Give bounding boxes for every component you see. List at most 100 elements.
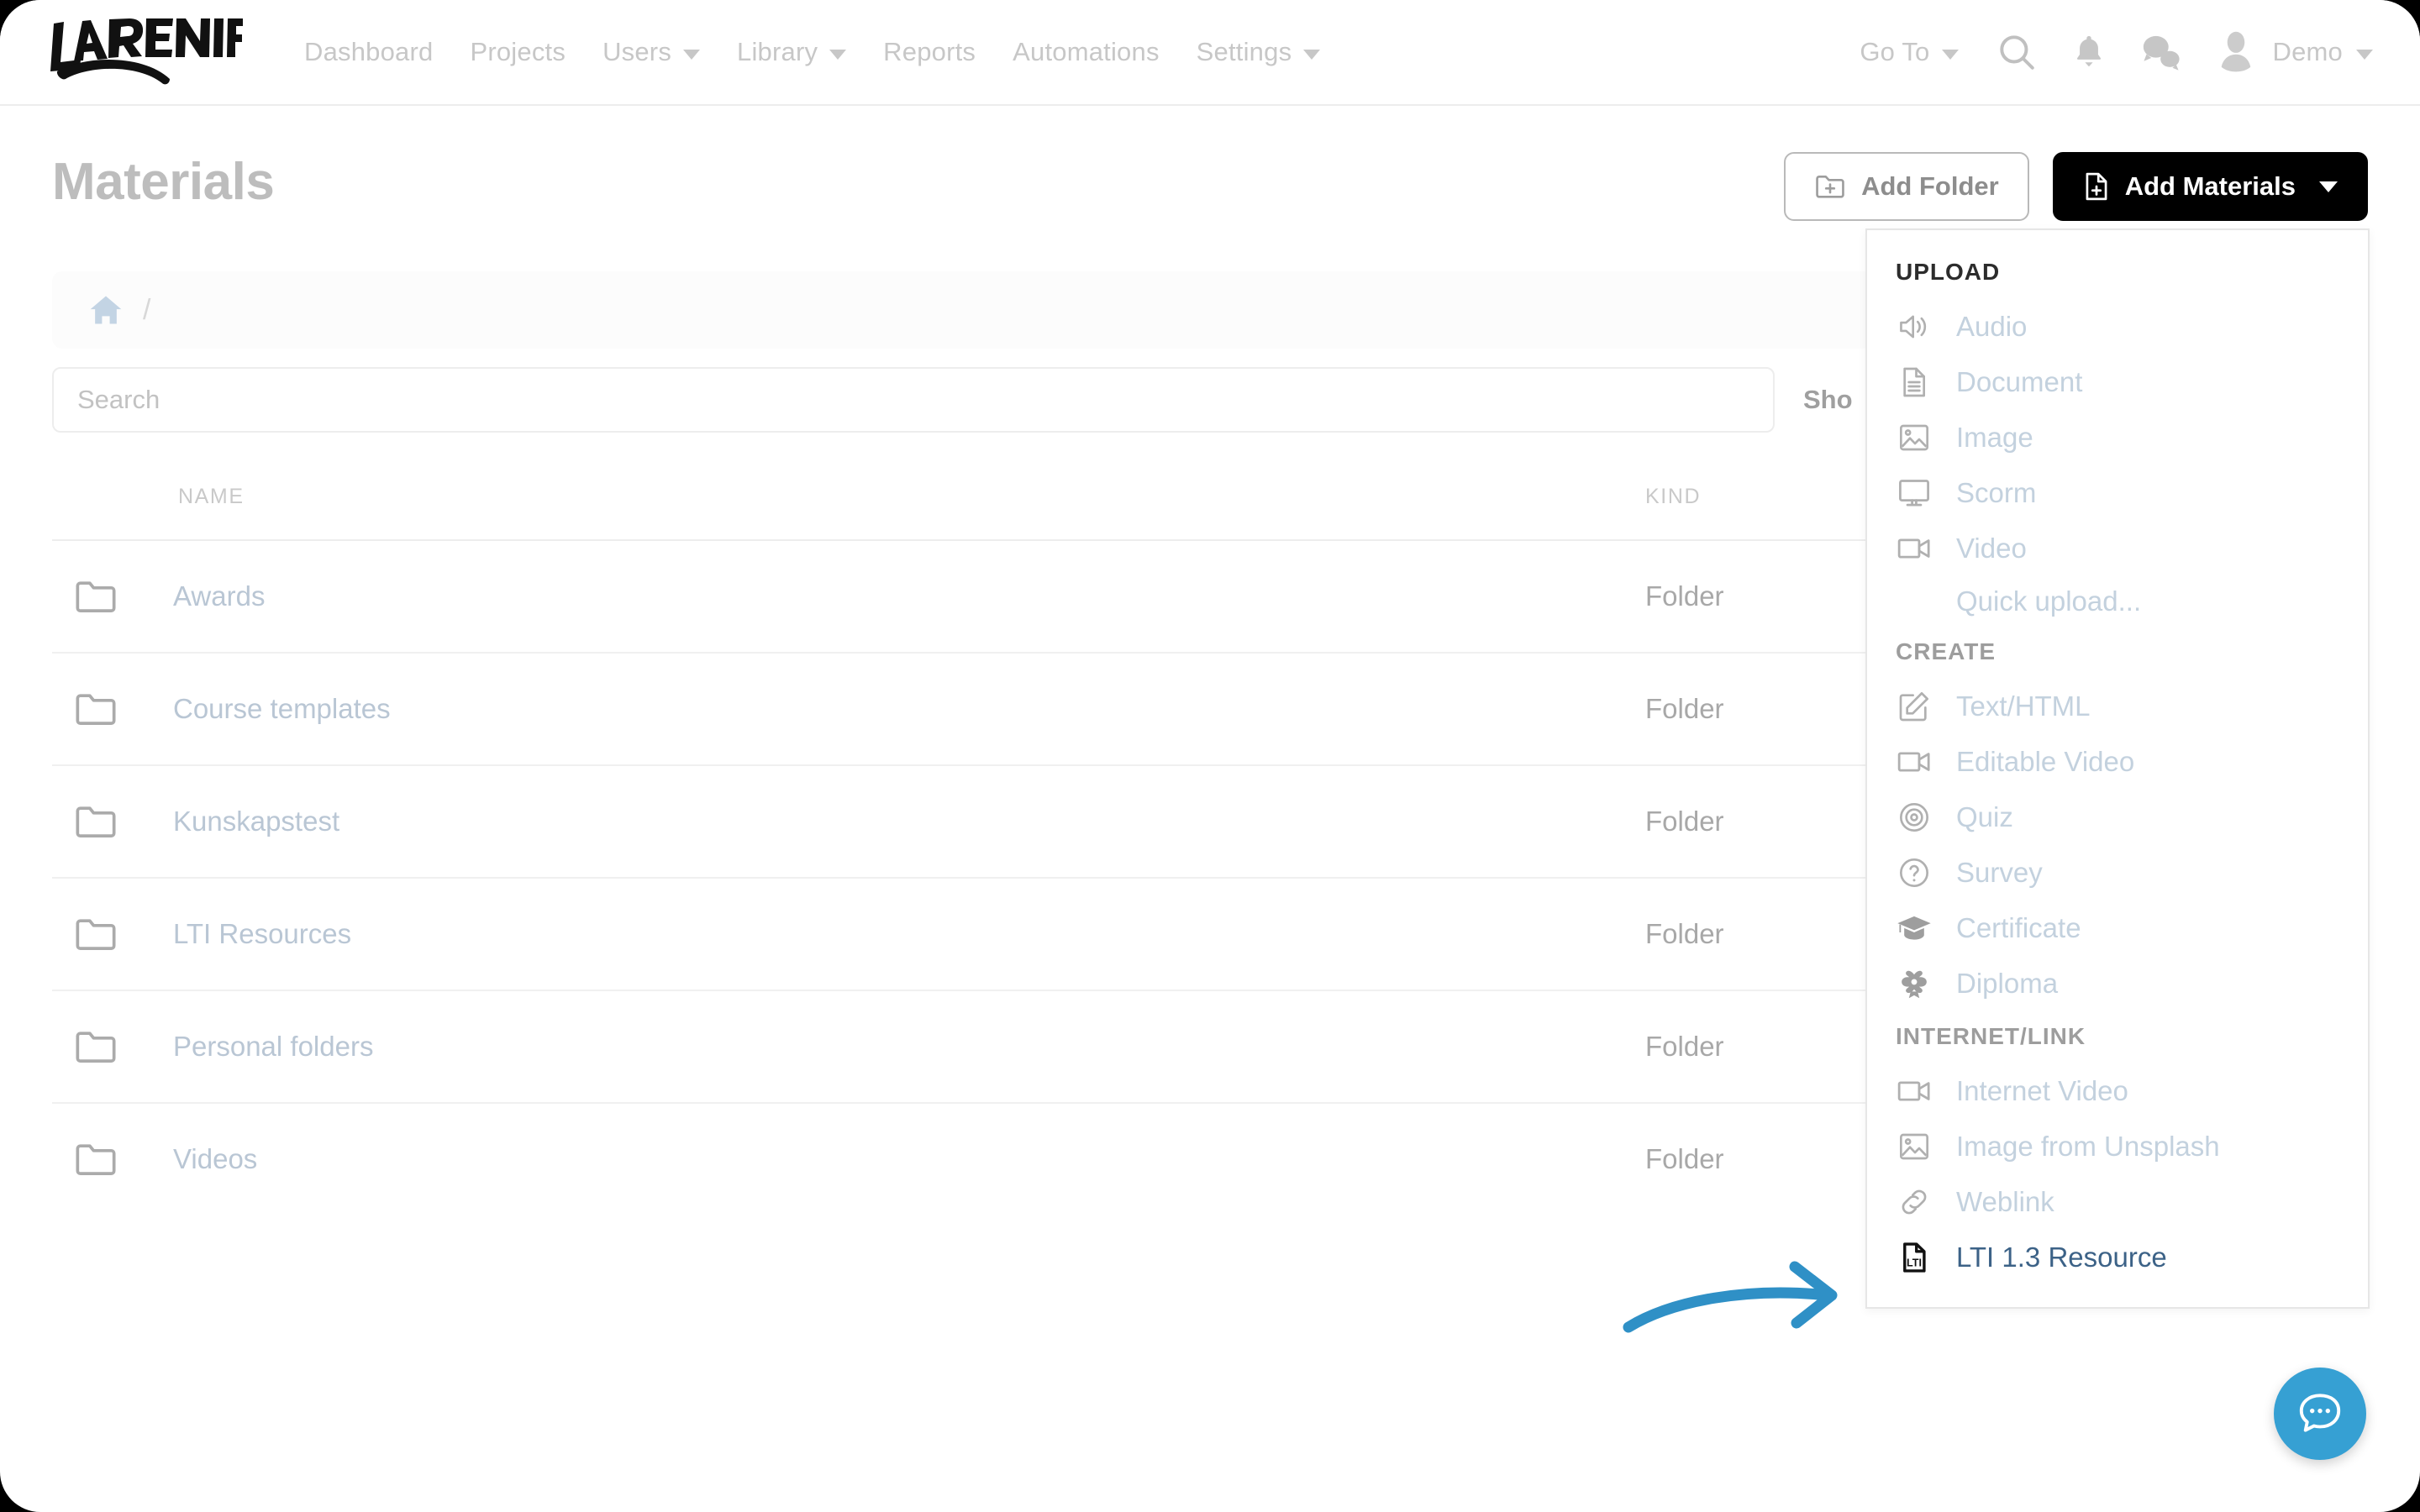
award-ribbon-icon [1896,965,1933,1002]
chat-bubble-dots-icon [2299,1394,2341,1432]
link-icon [1896,1184,1933,1221]
menu-item-label: Text/HTML [1956,690,2091,722]
home-icon[interactable] [87,291,124,328]
nav-label: Settings [1196,37,1292,66]
chevron-down-icon [829,50,847,60]
chevron-down-icon [1303,50,1321,60]
folder-icon [76,919,116,950]
file-plus-icon [2086,172,2107,201]
monitor-icon [1896,475,1933,512]
menu-item-label: Quick upload... [1956,585,2142,617]
chat-support-button[interactable] [2274,1368,2366,1460]
menu-item-label: Audio [1956,311,2028,342]
menu-item-label: Editable Video [1956,746,2135,777]
nav-item-dashboard[interactable]: Dashboard [286,37,451,67]
add-materials-label: Add Materials [2124,171,2296,201]
menu-item-diploma[interactable]: Diploma [1867,956,2368,1011]
target-icon [1896,799,1933,836]
menu-item-label: Certificate [1956,912,2081,943]
user-label: Demo [2272,37,2343,66]
nav-item-users[interactable]: Users [584,37,718,67]
menu-item-audio[interactable]: Audio [1867,299,2368,354]
nav-item-projects[interactable]: Projects [451,37,584,67]
column-header-name[interactable]: NAME [52,485,1645,541]
app-window: Dashboard Projects Users Library Reports… [0,0,2420,1512]
nav-label: Users [602,37,672,66]
chevron-down-icon [1941,50,1959,60]
row-name[interactable]: Course templates [173,693,391,725]
image-icon [1896,419,1933,456]
video-camera-icon [1896,743,1933,780]
menu-item-label: Internet Video [1956,1075,2128,1106]
row-name[interactable]: Personal folders [173,1031,373,1063]
menu-item-certificate[interactable]: Certificate [1867,900,2368,956]
chevron-down-icon [2356,50,2373,60]
nav-label: Automations [1013,37,1160,66]
menu-item-image[interactable]: Image [1867,410,2368,465]
menu-item-quick-upload[interactable]: Quick upload... [1867,576,2368,627]
add-folder-button[interactable]: Add Folder [1784,152,2029,221]
menu-item-label: Video [1956,533,2027,564]
nav-item-settings[interactable]: Settings [1178,37,1339,67]
bell-icon[interactable] [2053,16,2125,88]
search-icon[interactable] [1981,16,2053,88]
add-materials-button[interactable]: Add Materials [2052,152,2368,221]
nav-item-reports[interactable]: Reports [865,37,994,67]
row-name[interactable]: Kunskapstest [173,806,339,837]
add-folder-label: Add Folder [1861,171,1999,201]
menu-section-title-upload: UPLOAD [1896,259,2001,285]
row-name[interactable]: Awards [173,580,265,612]
menu-item-lti-1-3-resource[interactable]: LTI LTI 1.3 Resource [1867,1230,2368,1285]
row-name[interactable]: Videos [173,1143,257,1175]
search-input[interactable] [52,367,1775,433]
chevron-down-icon [683,50,701,60]
goto-menu[interactable]: Go To [1838,37,1980,67]
pencil-square-icon [1896,688,1933,725]
menu-item-quiz[interactable]: Quiz [1867,790,2368,845]
menu-item-survey[interactable]: Survey [1867,845,2368,900]
video-camera-icon [1896,530,1933,567]
avatar [2221,31,2250,72]
folder-icon [76,806,116,837]
user-menu[interactable]: Demo [2197,29,2373,76]
menu-item-label: Image [1956,422,2033,453]
chat-icon[interactable] [2125,16,2197,88]
menu-item-internet-video[interactable]: Internet Video [1867,1063,2368,1119]
speaker-icon [1896,308,1933,345]
nav-item-automations[interactable]: Automations [994,37,1178,67]
folder-icon [76,581,116,612]
utility-nav: Go To Demo [1838,16,2420,88]
menu-item-video[interactable]: Video [1867,521,2368,576]
image-icon [1896,1128,1933,1165]
nav-label: Library [737,37,818,66]
folder-icon [76,1144,116,1175]
menu-item-label: Image from Unsplash [1956,1131,2220,1162]
chevron-down-icon [2319,181,2338,192]
menu-item-document[interactable]: Document [1867,354,2368,410]
menu-item-label: LTI 1.3 Resource [1956,1242,2167,1273]
folder-icon [76,1032,116,1063]
page-title: Materials [52,153,275,211]
menu-item-label: Diploma [1956,968,2059,999]
row-name[interactable]: LTI Resources [173,918,351,950]
lti-document-icon: LTI [1896,1239,1933,1276]
menu-item-label: Survey [1956,857,2043,888]
primary-nav: Dashboard Projects Users Library Reports… [286,37,1339,67]
menu-item-text-html[interactable]: Text/HTML [1867,679,2368,734]
add-materials-dropdown: UPLOAD Audio Document Image Scorm Video … [1865,228,2370,1309]
menu-item-label: Scorm [1956,477,2037,508]
folder-plus-icon [1816,175,1844,198]
menu-item-weblink[interactable]: Weblink [1867,1174,2368,1230]
nav-item-library[interactable]: Library [718,37,865,67]
nav-label: Projects [470,37,566,66]
menu-item-image-from-unsplash[interactable]: Image from Unsplash [1867,1119,2368,1174]
learnifier-logo[interactable] [42,18,244,86]
menu-section-title-create: CREATE [1896,638,1996,664]
menu-item-label: Document [1956,366,2083,397]
page-header: Materials Add Folder Add Materials [0,106,2420,221]
menu-item-scorm[interactable]: Scorm [1867,465,2368,521]
top-navigation-bar: Dashboard Projects Users Library Reports… [0,0,2420,106]
menu-item-editable-video[interactable]: Editable Video [1867,734,2368,790]
video-camera-icon [1896,1073,1933,1110]
menu-item-label: Weblink [1956,1186,2054,1217]
